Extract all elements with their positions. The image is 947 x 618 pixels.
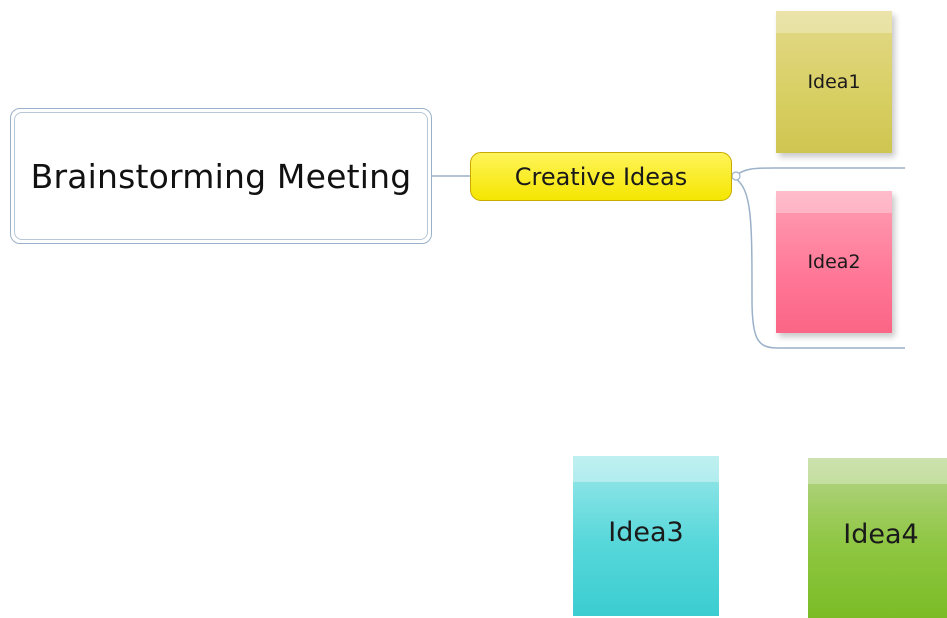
sticky-note-tape — [776, 191, 892, 213]
sticky-note-tape — [776, 11, 892, 33]
sticky-note-tape — [808, 458, 947, 484]
central-topic-label: Brainstorming Meeting — [30, 156, 412, 196]
branch-collapse-handle[interactable] — [731, 171, 741, 181]
sticky-note-label: Idea4 — [843, 518, 919, 550]
central-topic-frame: Brainstorming Meeting — [14, 112, 428, 240]
mindmap-canvas[interactable]: Brainstorming Meeting Creative Ideas Ide… — [0, 0, 947, 618]
main-topic-creative-ideas[interactable]: Creative Ideas — [470, 152, 732, 201]
sticky-note-idea4[interactable]: Idea4 — [808, 458, 947, 618]
sticky-note-idea1[interactable]: Idea1 — [776, 11, 892, 153]
sticky-note-idea2[interactable]: Idea2 — [776, 191, 892, 333]
sticky-note-label: Idea1 — [807, 71, 861, 93]
sticky-note-tape — [573, 456, 719, 482]
sticky-note-idea3[interactable]: Idea3 — [573, 456, 719, 616]
sticky-note-label: Idea3 — [608, 516, 684, 548]
connector-main-to-idea1 — [734, 167, 905, 177]
sticky-note-label: Idea2 — [807, 251, 861, 273]
central-topic[interactable]: Brainstorming Meeting — [10, 108, 432, 244]
main-topic-label: Creative Ideas — [514, 162, 688, 191]
